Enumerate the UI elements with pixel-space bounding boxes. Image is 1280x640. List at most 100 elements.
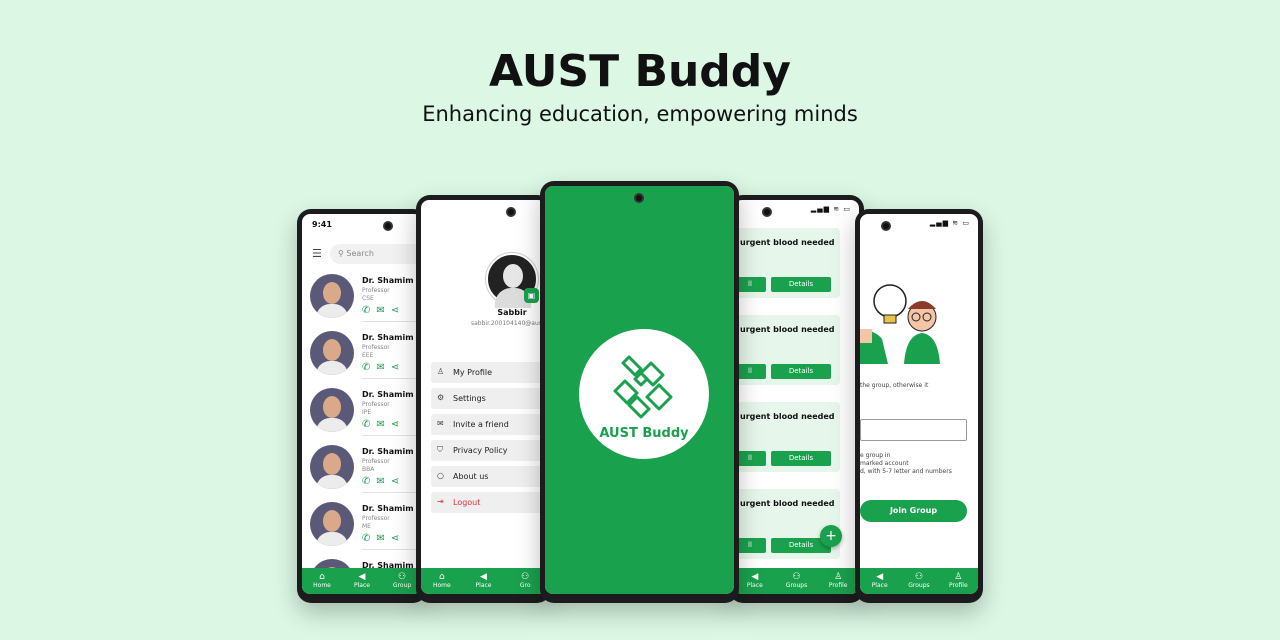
contact-item[interactable]: Dr. Shamim Ho Professor CSE ✆✉⋖ <box>310 274 422 326</box>
contact-dept: ME <box>362 523 371 530</box>
filter-icon[interactable]: ☰ <box>312 247 322 260</box>
user-icon: ♙ <box>954 572 963 582</box>
menu-my-profile[interactable]: ♙ My Profile <box>431 362 546 383</box>
nav-profile[interactable]: ♙ Profile <box>939 568 978 594</box>
post-title: urgent blood needed <box>740 499 835 508</box>
details-button[interactable]: Details <box>771 277 831 292</box>
illustration <box>860 284 940 364</box>
contact-name: Dr. Shamim Ho <box>362 333 422 342</box>
contact-dept: EEE <box>362 352 374 359</box>
megaphone-icon: ◀ <box>480 572 487 582</box>
join-group-button[interactable]: Join Group <box>860 500 967 522</box>
phone-contacts: 9:41 ☰ ⚲ Search Dr. Shamim Ho Professor … <box>297 209 427 603</box>
join-group-screen: ▂▄▆ ≋ ▭ the group, otherwise it e group … <box>860 214 978 594</box>
user-icon: ♙ <box>437 367 445 376</box>
nav-home[interactable]: ⌂ Home <box>302 568 342 594</box>
menu-about-us[interactable]: ○ About us <box>431 466 546 487</box>
user-icon: ♙ <box>834 572 843 582</box>
contact-name: Dr. Shamim Ho <box>362 447 422 456</box>
edit-photo-icon[interactable]: ▣ <box>524 288 539 303</box>
nav-groups[interactable]: ⚇ Groups <box>776 568 818 594</box>
posts-screen: ▂▄▆ ≋ ▭ urgent blood needed ll Details u… <box>734 200 859 594</box>
group-icon: ⚇ <box>521 572 530 582</box>
mail-icon: ✉ <box>437 419 444 428</box>
phone-posts: ▂▄▆ ≋ ▭ urgent blood needed ll Details u… <box>729 195 864 603</box>
contact-dept: CSE <box>362 295 374 302</box>
megaphone-icon: ◀ <box>358 572 366 582</box>
hands-logo-icon <box>613 355 673 419</box>
details-button[interactable]: Details <box>771 451 831 466</box>
contact-item[interactable]: Dr. Shamim Ho Professor ME ✆✉⋖ <box>310 502 422 554</box>
contact-item[interactable]: Dr. Shamim Ho Professor BBA ✆✉⋖ <box>310 445 422 497</box>
info-icon: ○ <box>437 471 444 480</box>
avatar <box>310 502 354 546</box>
phone-profile-menu: ▣ Sabbir sabbir.200104140@aust ♙ My Profi… <box>416 195 551 603</box>
contact-actions[interactable]: ✆✉⋖ <box>362 419 405 430</box>
post-title: urgent blood needed <box>740 412 835 421</box>
contact-item[interactable]: Dr. Shamim Ho Professor EEE ✆✉⋖ <box>310 331 422 383</box>
menu-logout[interactable]: ⇥ Logout <box>431 492 546 513</box>
avatar <box>310 388 354 432</box>
contact-dept: IPE <box>362 409 372 416</box>
page-subtitle: Enhancing education, empowering minds <box>422 102 858 126</box>
nav-groups[interactable]: ⚇ Groups <box>899 568 938 594</box>
logout-icon: ⇥ <box>437 497 444 506</box>
shield-icon: ⛉ <box>437 445 443 454</box>
contact-role: Professor <box>362 515 390 522</box>
nav-profile[interactable]: ♙ Profile <box>817 568 859 594</box>
nav-home[interactable]: ⌂ Home <box>421 568 463 594</box>
contact-item[interactable]: Dr. Shamim Ho Professor IPE ✆✉⋖ <box>310 388 422 440</box>
bottom-nav: ◀ Place ⚇ Groups ♙ Profile <box>860 568 978 594</box>
megaphone-icon: ◀ <box>751 572 759 582</box>
group-icon: ⚇ <box>792 572 801 582</box>
home-icon: ⌂ <box>438 572 445 582</box>
contact-role: Professor <box>362 401 390 408</box>
page-title: AUST Buddy <box>489 46 791 97</box>
avatar <box>310 331 354 375</box>
contact-actions[interactable]: ✆✉⋖ <box>362 476 405 487</box>
nav-place[interactable]: ◀ Place <box>463 568 505 594</box>
nav-place[interactable]: ◀ Place <box>342 568 382 594</box>
profile-email: sabbir.200104140@aust <box>471 320 545 327</box>
contacts-screen: 9:41 ☰ ⚲ Search Dr. Shamim Ho Professor … <box>302 214 422 594</box>
megaphone-icon: ◀ <box>876 572 884 582</box>
post-title: urgent blood needed <box>740 238 835 247</box>
group-code-input[interactable] <box>860 419 967 441</box>
profile-name: Sabbir <box>497 308 527 317</box>
menu-settings[interactable]: ⚙ Settings <box>431 388 546 409</box>
details-button[interactable]: Details <box>771 364 831 379</box>
phone-splash: AUST Buddy <box>540 181 739 603</box>
home-icon: ⌂ <box>319 572 325 582</box>
post-card: urgent blood needed ll Details <box>734 228 840 298</box>
add-post-button[interactable]: + <box>820 525 842 547</box>
post-title: urgent blood needed <box>740 325 835 334</box>
status-time: 9:41 <box>312 220 332 229</box>
contact-name: Dr. Shamim Ho <box>362 390 422 399</box>
contact-role: Professor <box>362 344 390 351</box>
menu-invite-friend[interactable]: ✉ Invite a friend <box>431 414 546 435</box>
contact-actions[interactable]: ✆✉⋖ <box>362 362 405 373</box>
contact-actions[interactable]: ✆✉⋖ <box>362 305 405 316</box>
avatar <box>310 274 354 318</box>
nav-place[interactable]: ◀ Place <box>860 568 899 594</box>
splash-screen: AUST Buddy <box>545 186 734 594</box>
status-icons: ▂▄▆ ≋ ▭ <box>929 219 970 227</box>
menu-privacy-policy[interactable]: ⛉ Privacy Policy <box>431 440 546 461</box>
contact-dept: BBA <box>362 466 375 473</box>
hint-line: e group in <box>860 452 891 459</box>
phone-join-group: ▂▄▆ ≋ ▭ the group, otherwise it e group … <box>855 209 983 603</box>
contact-role: Professor <box>362 458 390 465</box>
post-card: urgent blood needed ll Details <box>734 489 840 559</box>
search-input[interactable]: ⚲ Search <box>330 244 422 264</box>
group-icon: ⚇ <box>397 572 407 582</box>
post-card: urgent blood needed ll Details <box>734 315 840 385</box>
hint-line: d, with 5-7 letter and numbers <box>860 468 952 475</box>
bottom-nav: ⌂ Home ◀ Place ⚇ Gro <box>421 568 546 594</box>
contact-actions[interactable]: ✆✉⋖ <box>362 533 405 544</box>
menu-screen: ▣ Sabbir sabbir.200104140@aust ♙ My Profi… <box>421 200 546 594</box>
status-icons: ▂▄▆ ≋ ▭ <box>810 205 851 213</box>
bottom-nav: ⌂ Home ◀ Place ⚇ Group <box>302 568 422 594</box>
nav-place[interactable]: ◀ Place <box>734 568 776 594</box>
join-group-prompt: the group, otherwise it <box>860 382 929 389</box>
contact-name: Dr. Shamim Ho <box>362 504 422 513</box>
